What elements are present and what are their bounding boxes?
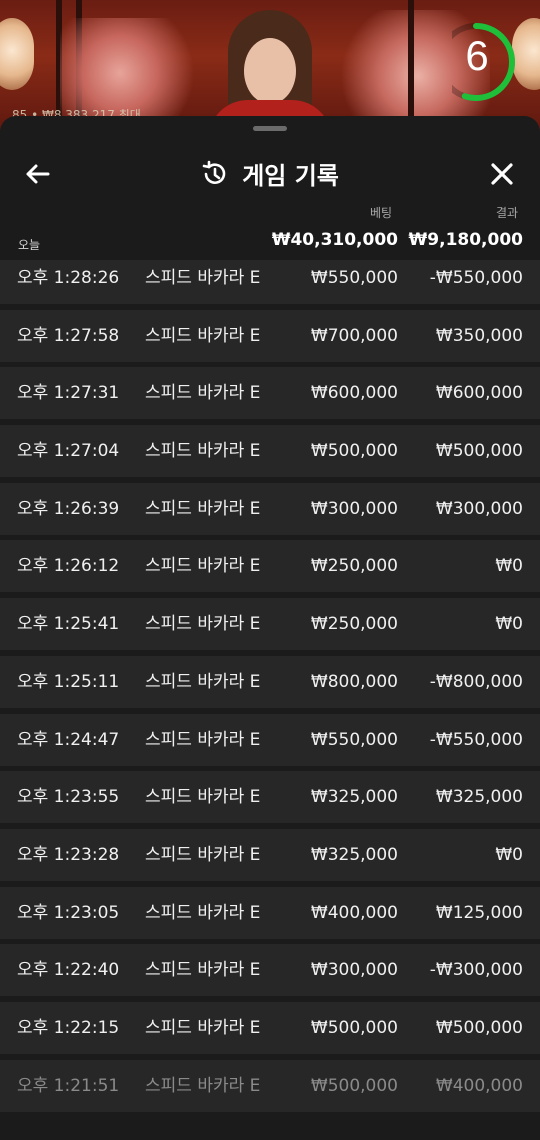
row-game-name: 스피드 바카라 E [145,902,261,923]
countdown-timer: 6 [452,22,524,102]
row-result-amount: ₩500,000 [435,1017,523,1038]
row-bet-amount: ₩500,000 [310,1017,398,1038]
row-time: 오후 1:21:51 [17,1075,120,1096]
dealer-face [244,38,296,104]
title-group: 게임 기록 [0,156,540,191]
row-result-amount: -₩550,000 [429,729,523,750]
history-row[interactable]: 오후 1:23:28 스피드 바카라 E ₩325,000 ₩0 [0,828,540,881]
row-game-name: 스피드 바카라 E [145,614,261,635]
row-game-name: 스피드 바카라 E [145,441,261,462]
row-game-name: 스피드 바카라 E [145,1075,261,1096]
row-game-name: 스피드 바카라 E [145,1017,261,1038]
row-bet-amount: ₩700,000 [310,325,398,346]
history-row[interactable]: 오후 1:23:05 스피드 바카라 E ₩400,000 ₩125,000 [0,886,540,939]
row-time: 오후 1:23:05 [17,902,120,923]
close-icon [491,163,513,185]
history-row[interactable]: 오후 1:25:11 스피드 바카라 E ₩800,000 -₩800,000 [0,655,540,708]
row-time: 오후 1:25:11 [17,671,120,692]
row-time: 오후 1:26:12 [17,556,120,577]
row-bet-amount: ₩500,000 [310,441,398,462]
history-list: 오후 1:28:26 스피드 바카라 E ₩550,000 -₩550,000 오후 1… [0,260,540,1117]
today-label: 오늘 [18,238,41,252]
row-result-amount: ₩300,000 [435,498,523,519]
row-bet-amount: ₩550,000 [310,729,398,750]
row-time: 오후 1:27:04 [17,441,120,462]
row-time: 오후 1:22:15 [17,1017,120,1038]
row-bet-amount: ₩325,000 [310,844,398,865]
row-result-amount: ₩500,000 [435,441,523,462]
close-button[interactable] [486,158,518,190]
history-row[interactable]: 오후 1:25:41 스피드 바카라 E ₩250,000 ₩0 [0,598,540,651]
bet-total: ₩40,310,000 [271,230,398,250]
row-bet-amount: ₩325,000 [310,787,398,808]
history-row[interactable]: 오후 1:24:47 스피드 바카라 E ₩550,000 -₩550,000 [0,713,540,766]
row-time: 오후 1:23:55 [17,787,120,808]
row-result-amount: ₩0 [495,614,523,635]
row-time: 오후 1:25:41 [17,614,120,635]
page-title: 게임 기록 [242,162,339,190]
row-result-amount: ₩125,000 [435,902,523,923]
row-result-amount: -₩300,000 [429,960,523,981]
lantern-left [0,18,34,90]
row-result-amount: ₩600,000 [435,383,523,404]
game-history-sheet: 게임 기록 베팅 결과 오늘 ₩40,310,000 ₩9,180,000 오후… [0,116,540,1140]
row-game-name: 스피드 바카라 E [145,498,261,519]
row-bet-amount: ₩250,000 [310,556,398,577]
row-bet-amount: ₩300,000 [310,498,398,519]
row-game-name: 스피드 바카라 E [145,268,261,288]
row-time: 오후 1:27:58 [17,325,120,346]
row-result-amount: ₩400,000 [435,1075,523,1096]
row-result-amount: -₩550,000 [429,268,523,288]
row-bet-amount: ₩550,000 [310,268,398,288]
history-row[interactable]: 오후 1:26:39 스피드 바카라 E ₩300,000 ₩300,000 [0,482,540,535]
row-bet-amount: ₩600,000 [310,383,398,404]
row-result-amount: ₩350,000 [435,325,523,346]
history-row[interactable]: 오후 1:27:04 스피드 바카라 E ₩500,000 ₩500,000 [0,425,540,478]
row-time: 오후 1:26:39 [17,498,120,519]
row-time: 오후 1:24:47 [17,729,120,750]
row-game-name: 스피드 바카라 E [145,729,261,750]
row-game-name: 스피드 바카라 E [145,787,261,808]
history-row[interactable]: 오후 1:28:26 스피드 바카라 E ₩550,000 -₩550,000 [0,260,540,304]
history-row[interactable]: 오후 1:27:31 스피드 바카라 E ₩600,000 ₩600,000 [0,367,540,420]
row-time: 오후 1:23:28 [17,844,120,865]
row-game-name: 스피드 바카라 E [145,960,261,981]
history-row[interactable]: 오후 1:23:55 스피드 바카라 E ₩325,000 ₩325,000 [0,771,540,824]
row-time: 오후 1:22:40 [17,960,120,981]
row-game-name: 스피드 바카라 E [145,556,261,577]
result-column-label: 결과 [496,206,519,220]
history-row[interactable]: 오후 1:21:51 스피드 바카라 E ₩500,000 ₩400,000 [0,1059,540,1112]
row-bet-amount: ₩400,000 [310,902,398,923]
row-result-amount: ₩0 [495,844,523,865]
result-total: ₩9,180,000 [408,230,523,250]
bet-column-label: 베팅 [370,206,393,220]
row-game-name: 스피드 바카라 E [145,383,261,404]
row-result-amount: ₩325,000 [435,787,523,808]
row-result-amount: -₩800,000 [429,671,523,692]
timer-number: 6 [465,32,489,79]
row-bet-amount: ₩300,000 [310,960,398,981]
history-row[interactable]: 오후 1:22:15 스피드 바카라 E ₩500,000 ₩500,000 [0,1001,540,1054]
history-row[interactable]: 오후 1:27:58 스피드 바카라 E ₩700,000 ₩350,000 [0,309,540,362]
row-time: 오후 1:28:26 [17,268,120,288]
history-icon [202,160,226,184]
column-header: 베팅 결과 오늘 ₩40,310,000 ₩9,180,000 [0,202,540,254]
row-time: 오후 1:27:31 [17,383,120,404]
row-bet-amount: ₩500,000 [310,1075,398,1096]
row-game-name: 스피드 바카라 E [145,325,261,346]
row-game-name: 스피드 바카라 E [145,671,261,692]
row-bet-amount: ₩250,000 [310,614,398,635]
history-row[interactable]: 오후 1:26:12 스피드 바카라 E ₩250,000 ₩0 [0,540,540,593]
drag-handle[interactable] [253,126,287,131]
row-game-name: 스피드 바카라 E [145,844,261,865]
row-result-amount: ₩0 [495,556,523,577]
row-bet-amount: ₩800,000 [310,671,398,692]
history-row[interactable]: 오후 1:22:40 스피드 바카라 E ₩300,000 -₩300,000 [0,944,540,997]
